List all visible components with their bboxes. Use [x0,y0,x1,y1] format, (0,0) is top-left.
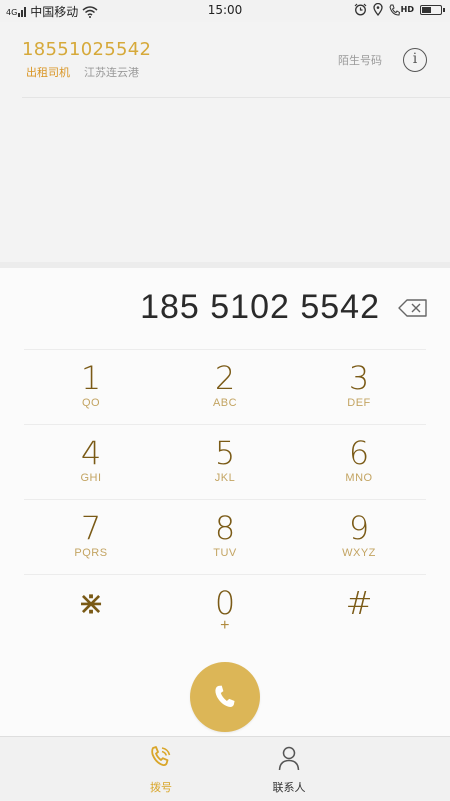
key-letters: PQRS [74,547,108,559]
key-digit: 3 [348,359,370,397]
number-location: 江苏连云港 [84,66,139,79]
keypad: 1 QO 2 ABC 3 DEF 4 GHI 5 JKL 6 MNO 7 PQRS 8 TUV … [24,349,426,649]
alarm-icon [354,3,367,16]
key-6[interactable]: 6 MNO [292,425,426,499]
volte-label: HD [400,5,414,14]
key-letters: + [220,617,230,634]
status-right: HD [354,3,445,16]
phone-icon [215,685,235,708]
key-letters: WXYZ [342,547,376,559]
key-1[interactable]: 1 QO [24,350,158,424]
volte-icon: HD [389,4,414,16]
key-digit: 4 [80,434,102,472]
tab-contacts-label: 联系人 [272,781,306,794]
key-letters: TUV [213,547,237,559]
call-button[interactable] [190,662,260,732]
divider [22,97,450,98]
keypad-row: 7 PQRS 8 TUV 9 WXYZ [24,500,426,575]
key-digit: # [345,584,373,622]
key-letters: DEF [347,397,371,409]
key-star[interactable]: ⋇ [24,575,158,649]
key-digit: 6 [348,434,370,472]
tab-dial-label: 拨号 [150,781,172,794]
info-icon[interactable]: i [403,48,427,72]
key-digit: 8 [214,509,236,547]
key-digit: 5 [214,434,236,472]
location-icon [373,3,383,16]
key-digit: ⋇ [77,584,105,622]
key-8[interactable]: 8 TUV [158,500,292,574]
tab-contacts[interactable]: 联系人 [229,737,349,801]
key-9[interactable]: 9 WXYZ [292,500,426,574]
key-letters: JKL [214,472,236,484]
key-4[interactable]: 4 GHI [24,425,158,499]
dialer-tab-icon [151,746,171,766]
key-letters: GHI [80,472,102,484]
key-digit: 7 [80,509,102,547]
tab-dial[interactable]: 拨号 [101,737,221,801]
key-hash[interactable]: # [292,575,426,649]
stranger-number-label: 陌生号码 [338,54,382,67]
key-letters: ABC [212,397,238,409]
matched-number[interactable]: 18551025542 [22,39,151,60]
backspace-icon[interactable] [398,298,428,318]
keypad-row: 1 QO 2 ABC 3 DEF [24,350,426,425]
status-bar: 4G 中国移动 15:00 HD [0,0,450,22]
battery-icon [420,4,445,15]
key-5[interactable]: 5 JKL [158,425,292,499]
person-icon [278,746,300,771]
key-digit: 2 [214,359,236,397]
number-tag: 出租司机 [26,66,70,79]
key-0[interactable]: 0 + [158,575,292,649]
key-digit: 9 [348,509,370,547]
key-digit: 0 [214,584,236,622]
key-digit: 1 [80,359,102,397]
dialpad-panel: 185 5102 5542 1 QO 2 ABC 3 DEF 4 GHI 5 JKL 6M… [0,262,450,736]
key-letters: QO [81,397,101,409]
entered-number: 185 5102 5542 [140,288,380,326]
key-7[interactable]: 7 PQRS [24,500,158,574]
key-3[interactable]: 3 DEF [292,350,426,424]
bottom-nav: 拨号 联系人 [0,736,450,800]
key-2[interactable]: 2 ABC [158,350,292,424]
contact-match-area: 18551025542 出租司机 江苏连云港 陌生号码 i [0,22,450,262]
keypad-row: ⋇ 0 + # [24,575,426,649]
key-letters: MNO [345,472,373,484]
keypad-row: 4 GHI 5 JKL 6 MNO [24,425,426,500]
